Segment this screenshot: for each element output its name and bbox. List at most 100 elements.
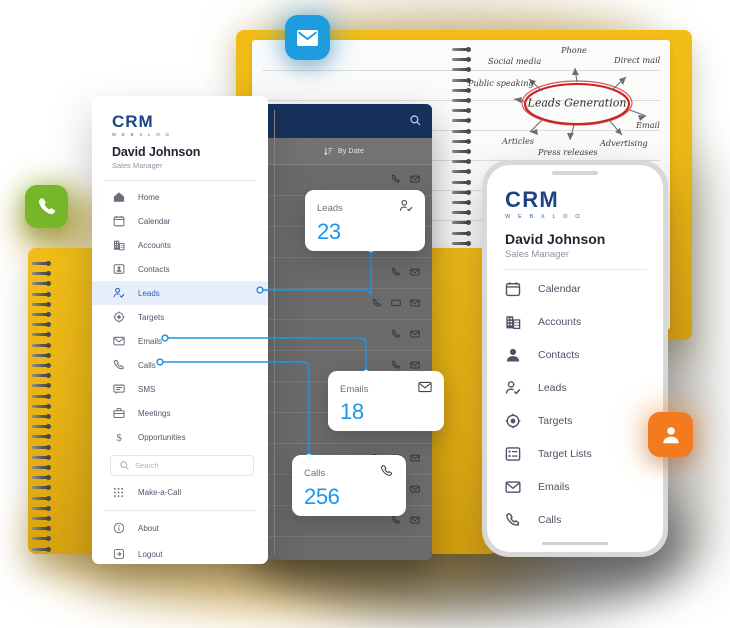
search-icon[interactable] bbox=[410, 115, 421, 126]
spiral-ring bbox=[32, 383, 51, 389]
sidebar-item-label: Calendar bbox=[138, 216, 171, 226]
sidebar-item-label: Logout bbox=[138, 549, 163, 559]
table-row[interactable] bbox=[256, 258, 432, 289]
spiral-ring bbox=[32, 454, 51, 460]
sidebar-item-emails[interactable]: Emails bbox=[92, 329, 268, 353]
envelope-icon[interactable] bbox=[410, 295, 420, 313]
envelope-icon[interactable] bbox=[410, 264, 420, 282]
sidebar-item-sms[interactable]: SMS bbox=[92, 377, 268, 401]
phone-icon bbox=[38, 197, 55, 214]
sidebar-item-leads[interactable]: Leads bbox=[92, 281, 268, 305]
phone-user-role: Sales Manager bbox=[505, 249, 569, 260]
sidebar-item-about[interactable]: About bbox=[92, 515, 268, 541]
sidebar-item-label: Home bbox=[138, 192, 160, 202]
spiral-ring bbox=[32, 291, 51, 297]
phone-app-badge[interactable] bbox=[25, 185, 68, 228]
phone-icon[interactable] bbox=[391, 326, 401, 344]
spiral-ring bbox=[32, 322, 51, 328]
search-input[interactable]: Search bbox=[110, 455, 254, 476]
mindmap-node-advertising: Advertising bbox=[600, 138, 648, 148]
phone-icon[interactable] bbox=[372, 295, 382, 313]
phone-item-calls[interactable]: Calls bbox=[487, 503, 663, 536]
sidebar-item-make-a-call[interactable]: Make-a-Call bbox=[92, 480, 268, 504]
stat-card-leads[interactable]: Leads 23 bbox=[305, 190, 425, 252]
envelope-icon[interactable] bbox=[410, 326, 420, 344]
sidebar-item-meetings[interactable]: Meetings bbox=[92, 401, 268, 425]
phone-item-calendar[interactable]: Calendar bbox=[487, 272, 663, 305]
contact-card-icon bbox=[112, 263, 125, 276]
sidebar-item-calendar[interactable]: Calendar bbox=[92, 209, 268, 233]
phone-home-indicator bbox=[542, 542, 608, 545]
envelope-icon[interactable] bbox=[410, 512, 420, 530]
spiral-ring bbox=[452, 179, 471, 185]
sidebar-item-contacts[interactable]: Contacts bbox=[92, 257, 268, 281]
stat-label: Leads bbox=[317, 203, 343, 214]
building-icon bbox=[112, 239, 125, 252]
search-icon bbox=[120, 461, 129, 470]
mail-app-badge[interactable] bbox=[285, 15, 330, 60]
phone-item-label: Leads bbox=[538, 381, 567, 394]
phone-item-target-lists[interactable]: Target Lists bbox=[487, 437, 663, 470]
info-icon bbox=[112, 522, 125, 535]
mindmap-node-email: Email bbox=[636, 120, 660, 130]
sidebar-item-calls[interactable]: Calls bbox=[92, 353, 268, 377]
mindmap-center-label: Leads Generation bbox=[527, 96, 627, 110]
spiral-ring bbox=[32, 312, 51, 317]
sidebar-divider-top bbox=[104, 180, 256, 181]
lead-person-check-icon bbox=[505, 380, 521, 396]
stat-card-emails[interactable]: Emails 18 bbox=[328, 371, 444, 432]
stat-card-calls[interactable]: Calls 256 bbox=[292, 455, 406, 517]
phone-item-contacts[interactable]: Contacts bbox=[487, 338, 663, 371]
spiral-ring bbox=[32, 332, 51, 338]
spiral-ring bbox=[32, 403, 51, 409]
stat-value: 23 bbox=[317, 219, 341, 244]
sidebar-item-logout[interactable]: Logout bbox=[92, 541, 268, 564]
phone-item-label: Calendar bbox=[538, 282, 581, 295]
phone-item-label: Emails bbox=[538, 480, 570, 493]
briefcase-icon bbox=[112, 407, 125, 420]
contact-app-badge[interactable] bbox=[648, 412, 693, 457]
stat-value: 18 bbox=[340, 399, 364, 424]
sidebar-item-targets[interactable]: Targets bbox=[92, 305, 268, 329]
sidebar-item-label: Calls bbox=[138, 360, 156, 370]
mindmap-node-social-media: Social media bbox=[488, 56, 542, 66]
spiral-ring bbox=[32, 301, 51, 307]
sidebar-item-accounts[interactable]: Accounts bbox=[92, 233, 268, 257]
person-icon bbox=[662, 426, 679, 443]
envelope-icon[interactable] bbox=[410, 481, 420, 499]
sidebar-item-label: SMS bbox=[138, 384, 156, 394]
spiral-ring bbox=[32, 424, 51, 430]
phone-icon[interactable] bbox=[391, 264, 401, 282]
spiral-ring bbox=[452, 220, 471, 226]
phone-item-accounts[interactable]: Accounts bbox=[487, 305, 663, 338]
target-icon bbox=[505, 413, 521, 429]
sidebar-item-opportunities[interactable]: $ Opportunities bbox=[92, 425, 268, 449]
phone-item-label: Calls bbox=[538, 513, 562, 526]
phone-item-targets[interactable]: Targets bbox=[487, 404, 663, 437]
envelope-icon[interactable] bbox=[410, 171, 420, 189]
table-sort-control[interactable]: By Date bbox=[256, 110, 432, 554]
spiral-ring bbox=[32, 536, 51, 542]
phone-icon bbox=[380, 464, 394, 483]
calendar-icon bbox=[112, 215, 125, 228]
sidebar-item-home[interactable]: Home bbox=[92, 185, 268, 209]
stat-label: Emails bbox=[340, 383, 369, 395]
phone-item-emails[interactable]: Emails bbox=[487, 470, 663, 503]
stat-label: Calls bbox=[304, 468, 326, 479]
phone-divider bbox=[503, 269, 647, 270]
phone-icon[interactable] bbox=[391, 171, 401, 189]
target-icon bbox=[112, 311, 125, 324]
mindmap: Leads Generation Social media Phone Dire… bbox=[466, 44, 688, 162]
phone-item-leads[interactable]: Leads bbox=[487, 371, 663, 404]
mindmap-node-direct-mail: Direct mail bbox=[614, 55, 661, 65]
chat-bubble-icon bbox=[112, 383, 125, 396]
chat-icon[interactable] bbox=[391, 295, 401, 313]
envelope-icon[interactable] bbox=[410, 450, 420, 468]
table-row[interactable] bbox=[256, 320, 432, 351]
spiral-ring bbox=[32, 373, 51, 379]
spiral-ring bbox=[32, 281, 51, 287]
table-row[interactable] bbox=[256, 289, 432, 320]
user-name: David Johnson bbox=[112, 145, 201, 159]
spiral-ring bbox=[32, 444, 51, 450]
list-icon bbox=[505, 446, 521, 462]
